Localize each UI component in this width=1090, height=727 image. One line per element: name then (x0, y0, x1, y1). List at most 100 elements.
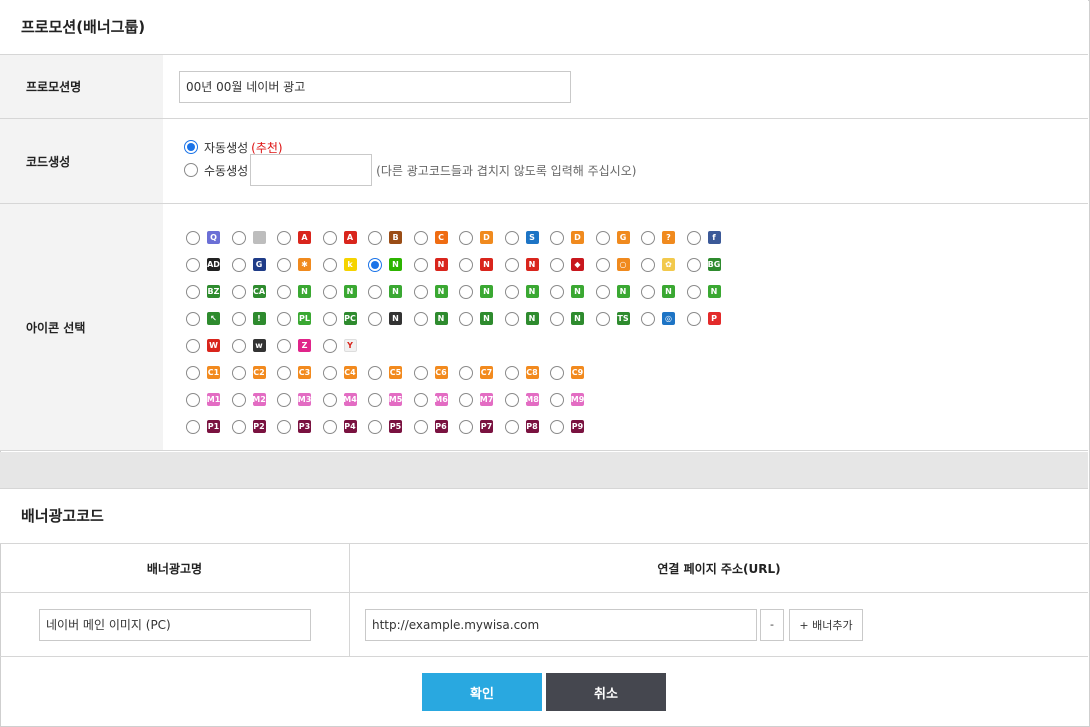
icon-option[interactable]: N (365, 257, 411, 272)
icon-radio[interactable] (459, 419, 473, 434)
icon-radio[interactable] (322, 311, 337, 326)
icon-option[interactable]: M8 (502, 392, 548, 407)
icon-option[interactable]: ◎ (638, 311, 684, 326)
icon-radio[interactable] (368, 230, 382, 245)
icon-option[interactable]: AD (183, 257, 229, 272)
icon-radio[interactable] (231, 257, 246, 272)
add-banner-button[interactable]: + 배너추가 (789, 608, 863, 641)
icon-option[interactable]: N (456, 311, 502, 326)
icon-option[interactable]: N (411, 257, 457, 272)
icon-option[interactable]: W (183, 338, 229, 353)
icon-option[interactable]: N (638, 284, 684, 299)
icon-option[interactable]: C (411, 230, 457, 245)
icon-option[interactable]: C3 (274, 365, 320, 380)
icon-radio[interactable] (686, 311, 701, 326)
code-manual-radio[interactable] (184, 163, 198, 177)
icon-option[interactable]: P6 (411, 419, 457, 434)
banner-name-input[interactable] (39, 608, 311, 641)
icon-option[interactable]: C8 (502, 365, 548, 380)
icon-radio[interactable] (231, 338, 246, 353)
icon-radio[interactable] (368, 311, 382, 326)
icon-radio[interactable] (504, 419, 519, 434)
icon-radio[interactable] (459, 365, 473, 380)
remove-banner-button[interactable]: - (760, 608, 784, 641)
icon-option[interactable]: N (456, 284, 502, 299)
icon-option[interactable]: ! (229, 311, 275, 326)
icon-option[interactable]: P9 (547, 419, 593, 434)
icon-option[interactable]: N (547, 311, 593, 326)
icon-radio[interactable] (368, 257, 382, 272)
icon-option[interactable]: M4 (320, 392, 366, 407)
icon-option[interactable]: N (411, 284, 457, 299)
icon-option[interactable]: ✱ (274, 257, 320, 272)
icon-radio[interactable] (550, 284, 564, 299)
icon-radio[interactable] (277, 365, 291, 380)
icon-option[interactable]: C1 (183, 365, 229, 380)
icon-radio[interactable] (550, 230, 564, 245)
icon-radio[interactable] (641, 284, 655, 299)
icon-radio[interactable] (231, 419, 246, 434)
icon-option[interactable]: ○ (593, 257, 639, 272)
icon-radio[interactable] (550, 257, 564, 272)
icon-option[interactable]: N (456, 257, 502, 272)
icon-radio[interactable] (186, 392, 200, 407)
icon-option[interactable]: ◆ (547, 257, 593, 272)
icon-radio[interactable] (504, 392, 519, 407)
icon-option[interactable]: M2 (229, 392, 275, 407)
icon-option[interactable]: Y (320, 338, 366, 353)
icon-radio[interactable] (459, 392, 473, 407)
icon-radio[interactable] (413, 311, 428, 326)
code-manual-input[interactable] (250, 154, 373, 186)
icon-radio[interactable] (231, 284, 246, 299)
icon-radio[interactable] (231, 230, 246, 245)
icon-radio[interactable] (186, 311, 200, 326)
icon-radio[interactable] (413, 257, 428, 272)
code-manual-option[interactable]: 수동생성 (다른 광고코드들과 겹치지 않도록 입력해 주십시오) (184, 154, 1088, 186)
icon-option[interactable]: P7 (456, 419, 502, 434)
icon-option[interactable]: CA (229, 284, 275, 299)
icon-radio[interactable] (322, 365, 337, 380)
icon-option[interactable]: N (274, 284, 320, 299)
icon-option[interactable]: C5 (365, 365, 411, 380)
icon-radio[interactable] (231, 392, 246, 407)
icon-radio[interactable] (413, 365, 428, 380)
icon-radio[interactable] (186, 419, 200, 434)
cancel-button[interactable]: 취소 (546, 673, 666, 711)
icon-radio[interactable] (550, 419, 564, 434)
icon-option[interactable]: D (547, 230, 593, 245)
icon-radio[interactable] (277, 311, 291, 326)
icon-option[interactable]: N (502, 284, 548, 299)
icon-option[interactable]: G (229, 257, 275, 272)
icon-option[interactable]: S (502, 230, 548, 245)
icon-radio[interactable] (595, 230, 610, 245)
banner-url-input[interactable] (365, 608, 757, 641)
icon-radio[interactable] (504, 230, 519, 245)
icon-option[interactable]: N (547, 284, 593, 299)
icon-radio[interactable] (504, 311, 519, 326)
icon-radio[interactable] (459, 311, 473, 326)
icon-option[interactable]: N (411, 311, 457, 326)
icon-radio[interactable] (186, 230, 200, 245)
icon-radio[interactable] (368, 365, 382, 380)
icon-option[interactable]: A (274, 230, 320, 245)
code-auto-radio[interactable] (184, 140, 198, 154)
icon-radio[interactable] (504, 257, 519, 272)
icon-option[interactable]: D (456, 230, 502, 245)
icon-option[interactable]: w (229, 338, 275, 353)
icon-radio[interactable] (231, 365, 246, 380)
icon-option[interactable]: Z (274, 338, 320, 353)
icon-option[interactable]: N (502, 311, 548, 326)
icon-radio[interactable] (277, 284, 291, 299)
icon-radio[interactable] (550, 365, 564, 380)
icon-radio[interactable] (504, 365, 519, 380)
icon-option[interactable]: N (593, 284, 639, 299)
icon-radio[interactable] (686, 284, 701, 299)
icon-radio[interactable] (504, 284, 519, 299)
icon-radio[interactable] (413, 392, 428, 407)
icon-option[interactable]: C4 (320, 365, 366, 380)
icon-option[interactable]: ✿ (638, 257, 684, 272)
icon-radio[interactable] (413, 284, 428, 299)
icon-option[interactable]: C6 (411, 365, 457, 380)
icon-option[interactable]: P1 (183, 419, 229, 434)
icon-radio[interactable] (459, 257, 473, 272)
